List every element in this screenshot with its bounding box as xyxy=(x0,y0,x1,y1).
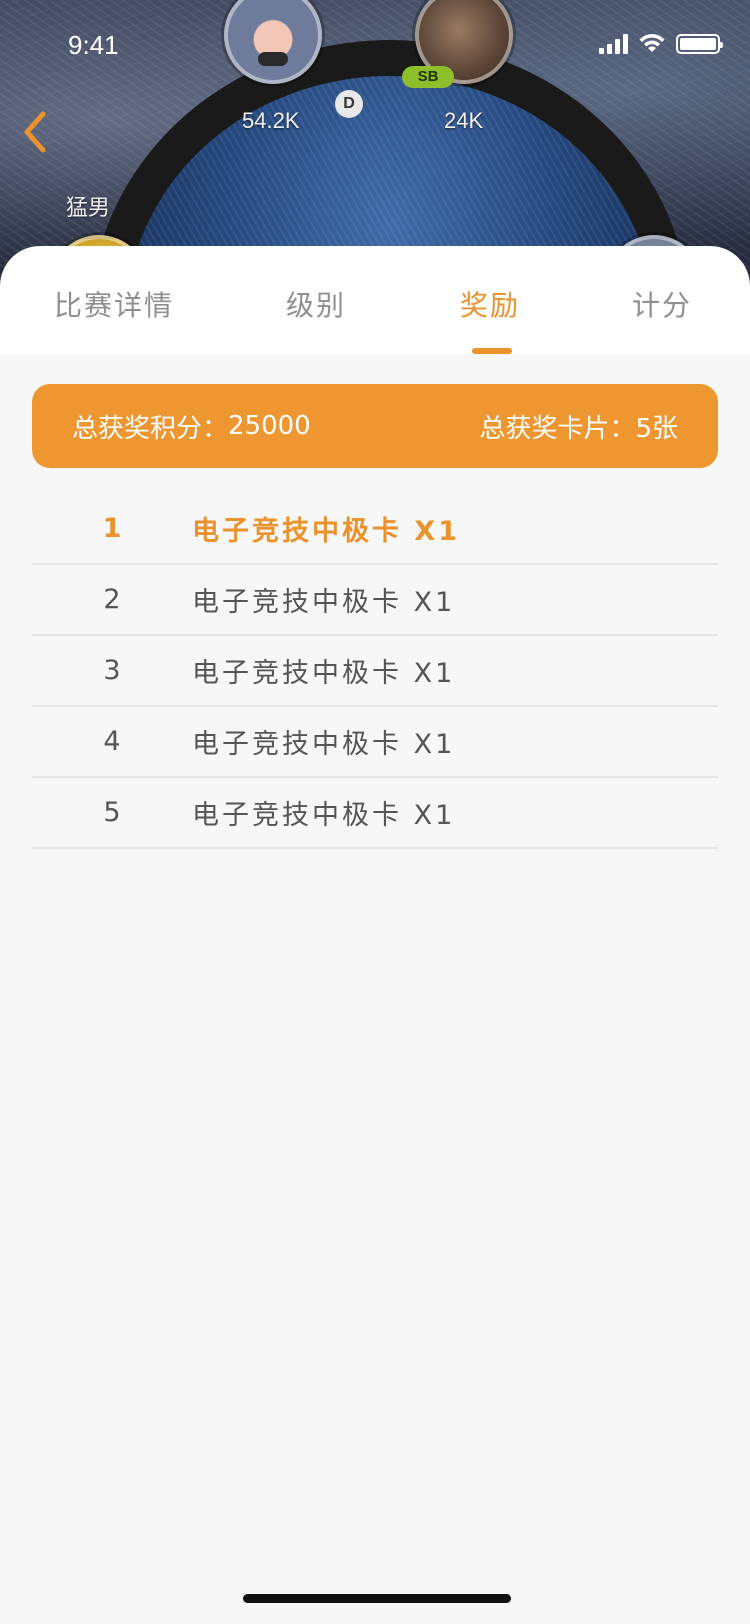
total-points: 总获奖积分： 25000 xyxy=(72,408,311,445)
active-tab-indicator xyxy=(472,348,512,354)
player-chip-count: 24K xyxy=(444,108,484,133)
reward-row: 1 电子竞技中极卡 X1 xyxy=(32,494,718,565)
reward-rank: 3 xyxy=(103,655,121,686)
total-cards-value: 5张 xyxy=(635,413,678,444)
total-cards: 总获奖卡片： 5张 xyxy=(479,408,678,445)
dealer-button: D xyxy=(335,90,363,118)
tab-scoring[interactable]: 计分 xyxy=(632,284,692,324)
back-button[interactable] xyxy=(14,104,54,160)
reward-row: 4 电子竞技中极卡 X1 xyxy=(32,707,718,778)
reward-prize: 电子竞技中极卡 X1 xyxy=(192,516,461,547)
reward-row: 2 电子竞技中极卡 X1 xyxy=(32,565,718,636)
total-points-label: 总获奖积分： xyxy=(72,413,229,444)
home-indicator[interactable] xyxy=(243,1594,511,1603)
screen: SB D 54.2K 24K 猛男 9:41 比赛详情 级别 奖励 计分 总获奖… xyxy=(0,0,750,1624)
wifi-icon xyxy=(639,34,665,52)
status-time: 9:41 xyxy=(68,30,119,60)
total-cards-label: 总获奖卡片： xyxy=(479,413,636,444)
tab-levels[interactable]: 级别 xyxy=(286,284,346,324)
reward-rank: 2 xyxy=(103,584,121,615)
tab-rewards[interactable]: 奖励 xyxy=(460,284,520,324)
reward-rank: 4 xyxy=(103,726,121,757)
player-name: 猛男 xyxy=(66,195,111,220)
chevron-left-icon xyxy=(24,111,46,153)
reward-prize: 电子竞技中极卡 X1 xyxy=(192,800,456,831)
reward-rank: 1 xyxy=(102,513,122,544)
small-blind-badge: SB xyxy=(402,66,454,88)
cellular-signal-icon xyxy=(599,34,628,54)
reward-list: 1 电子竞技中极卡 X1 2 电子竞技中极卡 X1 3 电子竞技中极卡 X1 4… xyxy=(32,494,718,849)
reward-row: 3 电子竞技中极卡 X1 xyxy=(32,636,718,707)
reward-rank: 5 xyxy=(103,797,121,828)
reward-prize: 电子竞技中极卡 X1 xyxy=(192,658,456,689)
battery-icon xyxy=(676,34,723,54)
reward-prize: 电子竞技中极卡 X1 xyxy=(192,729,456,760)
total-points-value: 25000 xyxy=(228,411,311,441)
tab-match-details[interactable]: 比赛详情 xyxy=(54,284,174,324)
reward-prize: 电子竞技中极卡 X1 xyxy=(192,587,456,618)
tab-bar: 比赛详情 级别 奖励 计分 xyxy=(0,246,750,354)
player-chip-count: 54.2K xyxy=(242,108,300,133)
status-icons xyxy=(599,34,723,54)
reward-summary-banner: 总获奖积分： 25000 总获奖卡片： 5张 xyxy=(32,384,718,468)
reward-row: 5 电子竞技中极卡 X1 xyxy=(32,778,718,849)
